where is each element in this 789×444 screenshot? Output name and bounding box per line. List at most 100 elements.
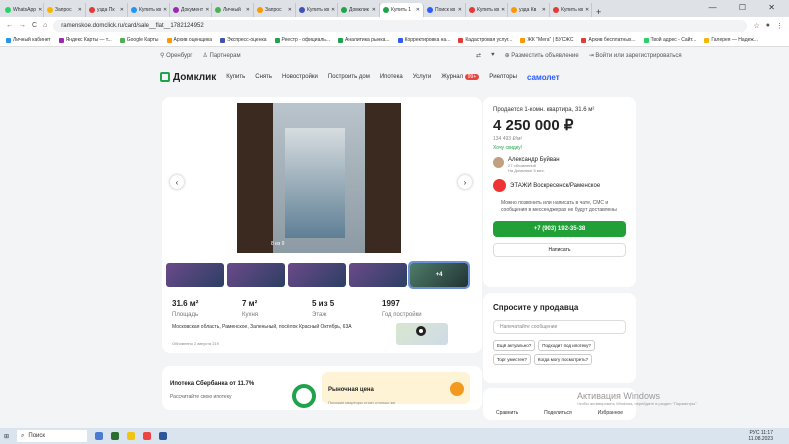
browser-tab[interactable]: Купить 1 ✕ (380, 3, 424, 17)
thumbnail[interactable] (288, 263, 346, 287)
close-icon[interactable]: ✕ (542, 7, 546, 13)
nav-item[interactable]: Новостройки (282, 74, 318, 80)
star-icon[interactable]: ☆ (753, 22, 759, 30)
close-icon[interactable]: ✕ (416, 7, 420, 13)
close-icon[interactable]: ✕ (246, 7, 250, 13)
message-input[interactable]: Напечатайте сообщение (493, 320, 626, 334)
prev-arrow-icon[interactable]: ‹ (170, 175, 184, 189)
login-link[interactable]: ⇥ Войти или зарегистрироваться (589, 52, 682, 59)
mini-map[interactable] (396, 323, 448, 345)
bookmark-item[interactable]: Твой адрес - Сайт... (643, 37, 696, 43)
thumbnail[interactable] (166, 263, 224, 287)
close-icon[interactable]: ✕ (205, 7, 209, 13)
app-icon[interactable] (159, 432, 168, 440)
menu-icon[interactable]: ⋮ (776, 22, 783, 30)
reload-icon[interactable]: C (32, 22, 37, 29)
close-icon[interactable]: ✕ (288, 7, 292, 13)
close-icon[interactable]: ✕ (372, 7, 376, 13)
phone-button[interactable]: +7 (903) 192-35-38 (493, 221, 626, 237)
bookmark-item[interactable]: Кадастровая услуг... (458, 37, 512, 43)
bookmark-item[interactable]: Галерея — Надеж... (704, 37, 758, 43)
close-icon[interactable]: ✕ (78, 7, 82, 13)
close-icon[interactable]: ✕ (458, 7, 462, 13)
write-button[interactable]: Написать (493, 243, 626, 257)
profile-icon[interactable]: ● (766, 22, 770, 29)
main-photo[interactable]: 8 из 9 (237, 103, 401, 253)
compare-button[interactable]: Сравнить (496, 410, 518, 416)
partners-link[interactable]: ♙ Партнерам (202, 52, 240, 59)
close-icon[interactable]: ✕ (331, 7, 335, 13)
quick-question-chip[interactable]: Когда могу посмотреть? (533, 354, 593, 365)
bookmark-item[interactable]: ЖК "Мега" | БУСЖС (520, 37, 573, 43)
share-button[interactable]: Поделиться (544, 410, 572, 416)
bookmark-item[interactable]: Личный кабинет (6, 37, 51, 43)
domclick-logo[interactable]: Домклик (160, 72, 216, 83)
thumbnail[interactable] (349, 263, 407, 287)
nav-item[interactable]: Купить (226, 74, 245, 80)
nav-item[interactable]: Построить дом (328, 74, 370, 80)
agent-info[interactable]: Александр Буйван 27 объявлений На Домклике… (493, 157, 626, 173)
mortgage-promo[interactable]: Ипотека Сбербанка от 11.7% Рассчитайте с… (170, 372, 320, 408)
nav-item[interactable]: Журнал 99+ (441, 74, 480, 80)
browser-tab[interactable]: Документ ✕ (170, 3, 212, 17)
browser-tab[interactable]: узда Пк ✕ (86, 3, 128, 17)
favorite-button[interactable]: Избранное (598, 410, 623, 416)
browser-tab[interactable]: WhatsApp ✕ (2, 3, 44, 17)
quick-question-chip[interactable]: Ещё актуально? (493, 340, 536, 351)
browser-tab[interactable]: Купить кв ✕ (466, 3, 508, 17)
taskbar: ⊞ ⌕ Поиск РУС 11:17 11.08.2023 (0, 428, 789, 444)
browser-tab[interactable]: Личный ✕ (212, 3, 254, 17)
bookmark-item[interactable]: Реестр - официаль... (274, 37, 330, 43)
bookmark-item[interactable]: Google Карты (119, 37, 159, 43)
app-icon[interactable] (127, 432, 136, 440)
thumbnail-more[interactable]: +4 (408, 261, 470, 289)
close-icon[interactable]: ✕ (585, 7, 589, 13)
browser-tab[interactable]: Купить кв ✕ (550, 3, 592, 17)
nav-item[interactable]: Риелторы (489, 74, 517, 80)
thumbnail[interactable] (227, 263, 285, 287)
quick-question-chip[interactable]: Торг уместен? (493, 354, 531, 365)
browser-tab[interactable]: Запрос ✕ (44, 3, 86, 17)
app-icon[interactable] (95, 432, 104, 440)
close-icon[interactable]: ✕ (501, 7, 505, 13)
browser-tab[interactable]: узда Кв ✕ (508, 3, 550, 17)
taskbar-search[interactable]: ⌕ Поиск (17, 430, 88, 442)
nav-item[interactable]: Снять (255, 74, 272, 80)
forward-icon[interactable]: → (19, 22, 26, 29)
bookmark-item[interactable]: Экспресс-оценка (220, 37, 267, 43)
browser-tab[interactable]: Поиск кв ✕ (424, 3, 466, 17)
window-controls[interactable]: — ☐ ✕ (709, 3, 785, 12)
samolet-logo[interactable]: самолет (527, 73, 560, 82)
url-input[interactable]: ramenskoe.domclick.ru/card/sale__flat__1… (53, 19, 748, 32)
market-price-promo[interactable]: Рыночная цена Похожие квартиры стоят сто… (322, 372, 470, 405)
bookmark-item[interactable]: Архив оценщика (166, 37, 212, 43)
close-icon[interactable]: ✕ (163, 7, 167, 13)
back-icon[interactable]: ← (6, 22, 13, 29)
home-icon[interactable]: ⌂ (43, 22, 47, 29)
heart-icon[interactable]: ♥ (491, 52, 495, 59)
app-icon[interactable] (111, 432, 120, 440)
nav-item[interactable]: Ипотека (380, 74, 403, 80)
bookmark-item[interactable]: Яндекс Карты — т... (58, 37, 112, 43)
windows-start-icon[interactable]: ⊞ (4, 433, 9, 440)
agency-info[interactable]: ЭТАЖИ Воскресенск/Раменское (493, 179, 626, 192)
tab-favicon-icon (173, 7, 179, 13)
nav-item[interactable]: Услуги (413, 74, 431, 80)
post-ad-link[interactable]: ⊕ Разместить объявление (505, 52, 579, 59)
city-link[interactable]: ⚲ Оренбург (160, 52, 192, 59)
bookmark-item[interactable]: Корректировка на... (397, 37, 450, 43)
new-tab-button[interactable]: + (592, 7, 605, 17)
quick-question-chip[interactable]: Подходит под ипотеку? (538, 340, 595, 351)
close-icon[interactable]: ✕ (38, 7, 42, 13)
browser-tab[interactable]: Домклик ✕ (338, 3, 380, 17)
compare-icon[interactable]: ⇄ (476, 52, 481, 59)
discount-link[interactable]: Хочу скидку! (493, 145, 626, 151)
chrome-icon[interactable] (143, 432, 152, 440)
next-arrow-icon[interactable]: › (458, 175, 472, 189)
close-icon[interactable]: ✕ (120, 7, 124, 13)
bookmark-item[interactable]: Архив бесплатных... (581, 37, 636, 43)
bookmark-item[interactable]: Аналитика рынка... (338, 37, 390, 43)
browser-tab[interactable]: Купить кв ✕ (296, 3, 338, 17)
browser-tab[interactable]: Купить кв ✕ (128, 3, 170, 17)
browser-tab[interactable]: Запрос ✕ (254, 3, 296, 17)
